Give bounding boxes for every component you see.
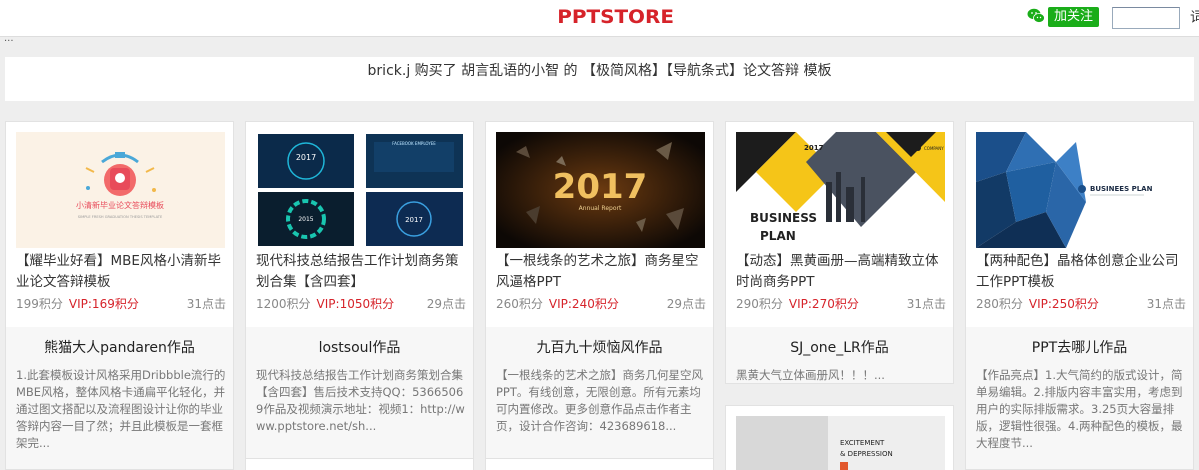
card-points: 199积分 [16, 297, 63, 311]
product-card[interactable]: 小清新毕业论文答辩模板 SIMPLE FRESH GRADUATION THES… [5, 121, 234, 329]
card-vip-price: VIP:1050积分 [316, 297, 395, 311]
author-name[interactable]: PPT去哪儿作品 [966, 337, 1193, 357]
wechat-icon[interactable] [1027, 8, 1045, 24]
card-vip-price: VIP:250积分 [1028, 297, 1099, 311]
purchase-notice-text: brick.j 购买了 胡言乱语的小智 的 【极简风格】【导航条式】论文答辩 模… [367, 63, 832, 79]
search-button-partial[interactable]: 词 [1190, 7, 1199, 27]
purchase-notice: brick.j 购买了 胡言乱语的小智 的 【极简风格】【导航条式】论文答辩 模… [5, 57, 1194, 101]
author-name[interactable]: 熊猫大人pandaren作品 [6, 337, 233, 357]
card-points: 290积分 [736, 297, 783, 311]
author-name[interactable]: lostsoul作品 [246, 337, 473, 357]
search-input[interactable] [1112, 7, 1180, 29]
product-card[interactable]: BUSINEES PLAN 【两种配色】晶格体创意企业公司工作PPT模板 280… [965, 121, 1194, 329]
product-thumbnail[interactable]: BUSINEES PLAN [976, 132, 1185, 248]
card-points: 260积分 [496, 297, 543, 311]
breadcrumb: ... [4, 36, 14, 44]
card-clicks: 29点击 [426, 297, 466, 311]
card-meta: 280积分 VIP:250积分 31点击 [976, 296, 1186, 312]
product-card[interactable] [245, 458, 474, 470]
thumbnail-line2: & DEPRESSION [840, 450, 893, 458]
card-title[interactable]: 【两种配色】晶格体创意企业公司工作PPT模板 [976, 251, 1188, 293]
thumbnail-year: 2017 [405, 216, 423, 224]
product-card[interactable]: COMPANY 2017 BUSINESS PLAN 【动态】黑黄画册—高端精致… [725, 121, 954, 329]
thumbnail-title: BUSINEES PLAN [1090, 185, 1153, 193]
card-meta: 260积分 VIP:240积分 29点击 [496, 296, 706, 312]
author-name[interactable]: SJ_one_LR作品 [726, 337, 953, 357]
card-clicks: 31点击 [906, 297, 946, 311]
author-box: PPT去哪儿作品 【作品亮点】1.大气简约的版式设计，简单易编辑。2.排版内容丰… [965, 327, 1194, 470]
thumbnail-year: 2017 [296, 153, 316, 162]
product-card[interactable]: 2017 Annual Report 【一根线条的艺术之旅】商务星空风逼格PPT… [485, 121, 714, 329]
follow-button[interactable]: 加关注 [1048, 7, 1100, 27]
product-thumbnail[interactable]: 2017 Annual Report [496, 132, 705, 248]
thumbnail-year: 2015 [298, 216, 313, 223]
author-box: lostsoul作品 现代科技总结报告工作计划商务策划合集【含四套】售后技术支持… [245, 327, 474, 470]
author-box: SJ_one_LR作品 黑黄大气立体画册风！！！... [725, 327, 954, 384]
product-card[interactable]: 2017 FACEBOOK EMPLOYEE 2015 2017 现代科技总结报… [245, 121, 474, 329]
thumbnail-line1: BUSINESS [750, 211, 817, 225]
author-description: 1.此套模板设计风格采用Dribbble流行的MBE风格，整体风格卡通扁平化轻化… [16, 368, 226, 450]
author-description: 黑黄大气立体画册风！！！... [736, 368, 885, 382]
author-description: 【作品亮点】1.大气简约的版式设计，简单易编辑。2.排版内容丰富实用，考虑到用户… [976, 368, 1183, 450]
thumbnail-subtitle: SIMPLE FRESH GRADUATION THESIS TEMPLATE [78, 215, 163, 219]
product-thumbnail[interactable]: 2017 FACEBOOK EMPLOYEE 2015 2017 [256, 132, 465, 248]
thumbnail-company: COMPANY [924, 146, 944, 151]
thumbnail-label: FACEBOOK EMPLOYEE [392, 141, 436, 146]
thumbnail-line2: PLAN [760, 229, 796, 243]
product-card[interactable] [485, 458, 714, 470]
card-meta: 290积分 VIP:270积分 31点击 [736, 296, 946, 312]
card-title[interactable]: 现代科技总结报告工作计划商务策划合集【含四套】 [256, 251, 468, 293]
site-logo[interactable]: PPTSTORE [557, 6, 674, 28]
product-card[interactable]: EXCITEMENT & DEPRESSION [725, 405, 954, 470]
thumbnail-line1: EXCITEMENT [840, 439, 885, 447]
card-clicks: 29点击 [666, 297, 706, 311]
product-thumbnail[interactable]: 小清新毕业论文答辩模板 SIMPLE FRESH GRADUATION THES… [16, 132, 225, 248]
card-meta: 199积分 VIP:169积分 31点击 [16, 296, 226, 312]
card-vip-price: VIP:240积分 [548, 297, 619, 311]
card-title[interactable]: 【耀毕业好看】MBE风格小清新毕业论文答辩模板 [16, 251, 228, 293]
card-vip-price: VIP:270积分 [788, 297, 859, 311]
author-description: 现代科技总结报告工作计划商务策划合集【含四套】售后技术支持QQ：53665069… [256, 368, 465, 433]
card-points: 1200积分 [256, 297, 311, 311]
thumbnail-year: 2017 [553, 167, 648, 207]
card-meta: 1200积分 VIP:1050积分 29点击 [256, 296, 466, 312]
card-clicks: 31点击 [186, 297, 226, 311]
card-title[interactable]: 【动态】黑黄画册—高端精致立体时尚商务PPT [736, 251, 948, 293]
author-description: 【一根线条的艺术之旅】商务几何星空风PPT。有线创意，无限创意。所有元素均可内置… [496, 368, 703, 433]
card-points: 280积分 [976, 297, 1023, 311]
card-vip-price: VIP:169积分 [68, 297, 139, 311]
thumbnail-subtitle: Annual Report [579, 205, 622, 212]
card-title[interactable]: 【一根线条的艺术之旅】商务星空风逼格PPT [496, 251, 708, 293]
product-thumbnail[interactable]: EXCITEMENT & DEPRESSION [736, 416, 945, 470]
top-bar: PPTSTORE 加关注 词 [0, 0, 1199, 37]
thumbnail-year: 2017 [804, 144, 824, 152]
author-name[interactable]: 九百九十烦恼风作品 [486, 337, 713, 357]
author-box: 熊猫大人pandaren作品 1.此套模板设计风格采用Dribbble流行的MB… [5, 327, 234, 470]
product-thumbnail[interactable]: COMPANY 2017 BUSINESS PLAN [736, 132, 945, 248]
thumbnail-title: 小清新毕业论文答辩模板 [76, 200, 164, 210]
card-clicks: 31点击 [1146, 297, 1186, 311]
author-box: 九百九十烦恼风作品 【一根线条的艺术之旅】商务几何星空风PPT。有线创意，无限创… [485, 327, 714, 470]
